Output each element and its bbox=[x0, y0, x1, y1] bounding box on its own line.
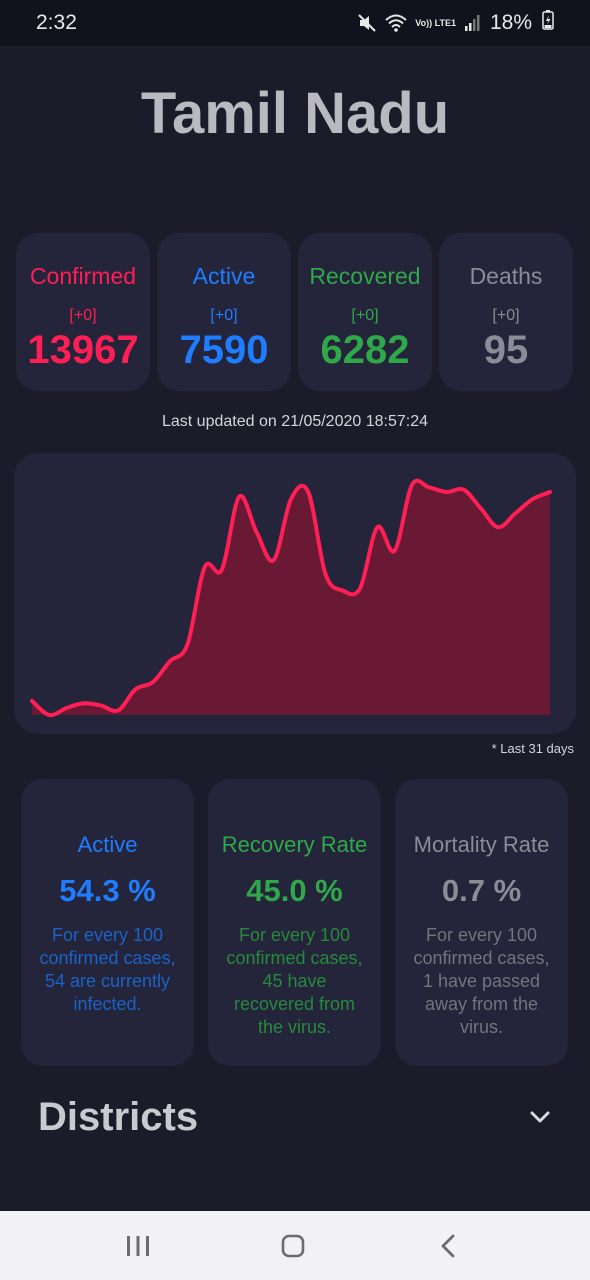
mortality-rate-value: 0.7 % bbox=[441, 873, 522, 908]
status-icons: Vo)) LTE1 bbox=[357, 13, 480, 33]
confirmed-value: 13967 bbox=[27, 328, 139, 372]
recovered-card[interactable]: Recovered [+0] 6282 bbox=[298, 233, 432, 391]
nav-bar bbox=[0, 1211, 590, 1280]
active-card[interactable]: Active [+0] 7590 bbox=[157, 233, 291, 391]
mortality-rate-desc: For every 100 confirmed cases, 1 have pa… bbox=[413, 925, 550, 1037]
confirmed-card[interactable]: Confirmed [+0] 13967 bbox=[16, 233, 150, 391]
active-value: 7590 bbox=[179, 328, 269, 372]
mortality-rate-card: Mortality Rate 0.7 % For every 100 confi… bbox=[395, 779, 568, 1066]
deaths-delta: [+0] bbox=[492, 307, 520, 324]
deaths-label: Deaths bbox=[469, 263, 543, 289]
signal-icon bbox=[464, 14, 480, 32]
mute-icon bbox=[357, 13, 377, 33]
battery-icon bbox=[542, 10, 554, 36]
districts-title: Districts bbox=[38, 1094, 199, 1139]
back-button[interactable] bbox=[430, 1229, 466, 1263]
recovery-rate-label: Recovery Rate bbox=[221, 832, 368, 857]
battery-percent: 18% bbox=[489, 11, 532, 34]
state-title: Tamil Nadu bbox=[140, 81, 450, 146]
recent-apps-icon bbox=[127, 1236, 149, 1256]
recovered-delta: [+0] bbox=[351, 307, 379, 324]
network-label: Vo)) LTE1 bbox=[415, 17, 456, 28]
confirmed-delta: [+0] bbox=[69, 307, 97, 324]
back-icon bbox=[441, 1234, 455, 1258]
status-bar: 2:32 Vo)) LTE1 18% bbox=[0, 0, 590, 46]
trend-chart bbox=[30, 478, 552, 718]
recovery-rate-card: Recovery Rate 45.0 % For every 100 confi… bbox=[208, 779, 381, 1066]
chart-area bbox=[32, 480, 550, 716]
recent-apps-button[interactable] bbox=[120, 1229, 156, 1263]
recovery-rate-desc: For every 100 confirmed cases, 45 have r… bbox=[226, 925, 363, 1037]
home-button[interactable] bbox=[275, 1229, 311, 1263]
active-rate-value: 54.3 % bbox=[59, 873, 156, 908]
active-rate-card: Active 54.3 % For every 100 confirmed ca… bbox=[21, 779, 194, 1066]
stat-cards: Confirmed [+0] 13967 Active [+0] 7590 Re… bbox=[16, 233, 574, 391]
active-label: Active bbox=[192, 263, 256, 289]
active-rate-desc: For every 100 confirmed cases, 54 are cu… bbox=[39, 925, 176, 1014]
recovered-value: 6282 bbox=[320, 328, 410, 372]
status-right: Vo)) LTE1 18% bbox=[357, 10, 554, 36]
chevron-down-icon[interactable] bbox=[526, 1103, 554, 1131]
rate-cards: Active 54.3 % For every 100 confirmed ca… bbox=[21, 779, 569, 1066]
recovery-rate-value: 45.0 % bbox=[246, 873, 343, 908]
deaths-value: 95 bbox=[483, 328, 529, 372]
last-updated: Last updated on 21/05/2020 18:57:24 bbox=[161, 413, 428, 430]
confirmed-label: Confirmed bbox=[29, 263, 137, 289]
mortality-rate-label: Mortality Rate bbox=[413, 832, 550, 857]
districts-toggle[interactable]: Districts bbox=[38, 1094, 554, 1140]
trend-chart-card[interactable] bbox=[14, 453, 576, 734]
recovered-label: Recovered bbox=[309, 263, 421, 289]
chart-footnote: * Last 31 days bbox=[491, 741, 574, 756]
status-time: 2:32 bbox=[36, 11, 77, 34]
active-delta: [+0] bbox=[210, 307, 238, 324]
home-icon bbox=[281, 1234, 305, 1258]
wifi-icon bbox=[385, 14, 407, 32]
deaths-card[interactable]: Deaths [+0] 95 bbox=[439, 233, 573, 391]
active-rate-label: Active bbox=[77, 832, 138, 857]
